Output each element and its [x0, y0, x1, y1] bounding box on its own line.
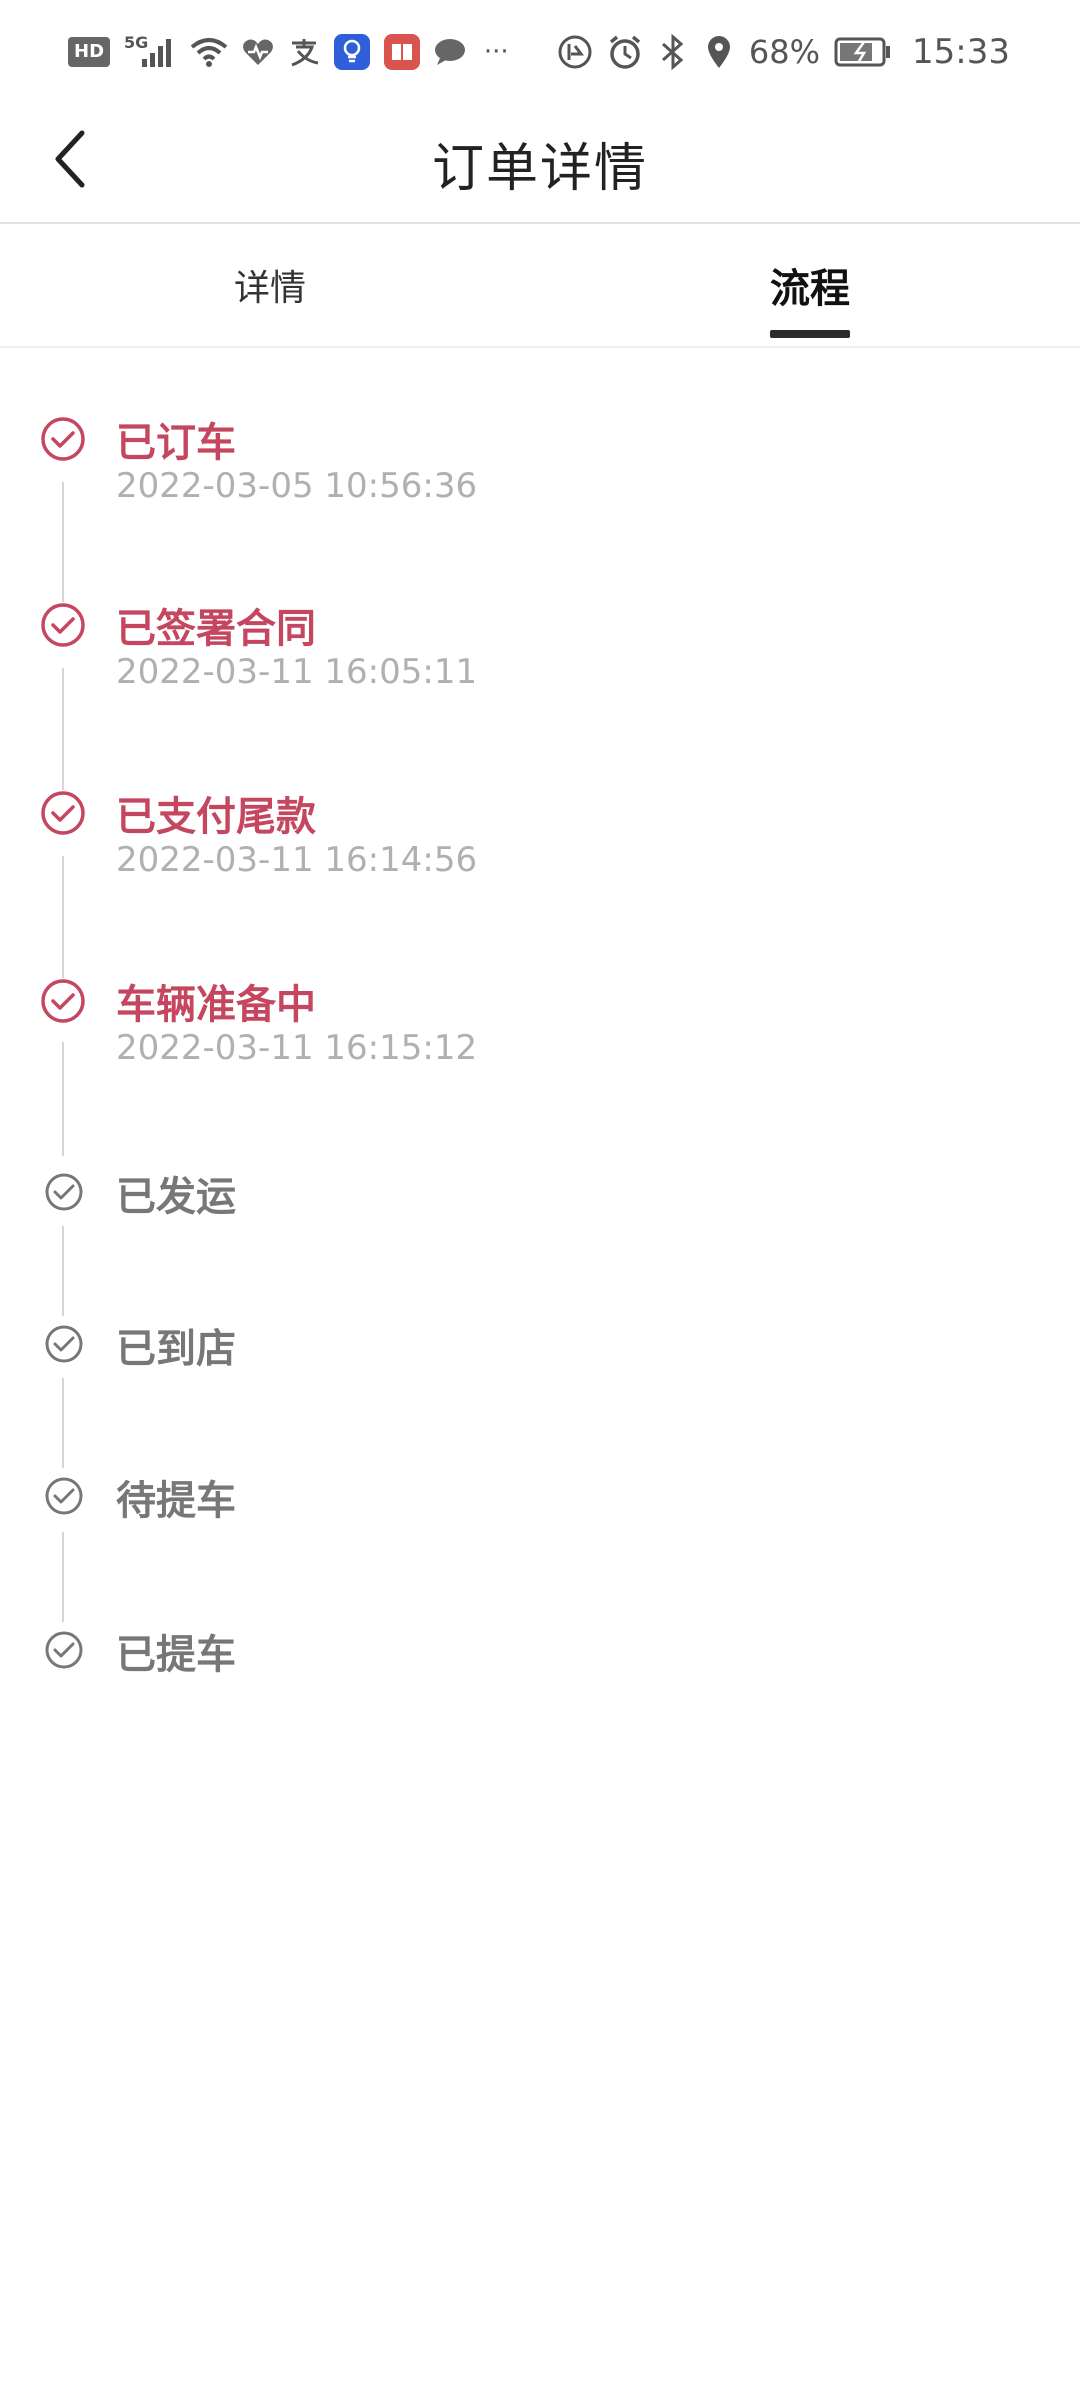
book-app-icon [384, 30, 421, 74]
check-circle-icon [45, 1477, 83, 1515]
step-time: 2022-03-11 16:05:11 [116, 652, 478, 692]
timeline-connector [62, 1532, 64, 1622]
tab-process-label: 流程 [770, 266, 850, 312]
alipay-icon [288, 30, 320, 74]
order-detail-screen: HD 5G ··· 68% 15:33 订单详情 详情 流程 已订车 2022-… [0, 0, 1080, 2400]
tab-process[interactable]: 流程 [710, 224, 910, 346]
bluetooth-icon [657, 30, 689, 74]
nav-header: 订单详情 [0, 100, 1080, 224]
tab-detail[interactable]: 详情 [170, 224, 370, 346]
location-icon [703, 30, 735, 74]
check-circle-icon [45, 1325, 83, 1363]
timeline-connector [62, 1042, 64, 1156]
timeline-connector [62, 1226, 64, 1316]
step-time: 2022-03-05 10:56:36 [116, 466, 478, 506]
more-icon: ··· [483, 37, 509, 67]
timeline-connector [62, 668, 64, 790]
status-bar-left: HD 5G ··· [68, 30, 512, 74]
alarm-icon [607, 30, 643, 74]
check-circle-icon [41, 791, 85, 835]
step-label: 已签署合同 [116, 606, 316, 652]
step-label: 已到店 [116, 1326, 236, 1372]
tab-bar: 详情 流程 [0, 224, 1080, 348]
clock: 15:33 [912, 32, 1010, 72]
step-label: 已发运 [116, 1174, 236, 1220]
timeline-connector [62, 1378, 64, 1468]
tab-detail-label: 详情 [233, 268, 306, 309]
step-label: 已订车 [116, 420, 236, 466]
step-label: 待提车 [116, 1478, 236, 1524]
hd-badge: HD [68, 37, 111, 67]
check-circle-icon [41, 979, 85, 1023]
active-tab-indicator [770, 330, 850, 338]
step-time: 2022-03-11 16:14:56 [116, 840, 478, 880]
bulb-app-icon [334, 30, 371, 74]
step-label: 已支付尾款 [116, 794, 316, 840]
signal-icon: 5G [124, 30, 176, 74]
timeline-connector [62, 856, 64, 978]
page-title: 订单详情 [431, 139, 648, 199]
data-saver-icon [557, 30, 593, 74]
check-circle-icon [41, 417, 85, 461]
check-circle-icon [41, 603, 85, 647]
step-label: 车辆准备中 [116, 982, 316, 1028]
health-icon [242, 30, 274, 74]
step-time: 2022-03-11 16:15:12 [116, 1028, 478, 1068]
step-label: 已提车 [116, 1632, 236, 1678]
wifi-icon [190, 30, 228, 74]
check-circle-icon [45, 1631, 83, 1669]
timeline-connector [62, 482, 64, 602]
battery-charging-icon [834, 30, 892, 74]
battery-percent: 68% [748, 33, 821, 71]
check-circle-icon [45, 1173, 83, 1211]
message-icon [434, 30, 466, 74]
status-bar: HD 5G ··· 68% 15:33 [0, 0, 1080, 100]
network-type: 5G [124, 32, 149, 52]
hd-icon: HD [68, 30, 111, 74]
status-bar-right: 68% 15:33 [557, 30, 1010, 74]
